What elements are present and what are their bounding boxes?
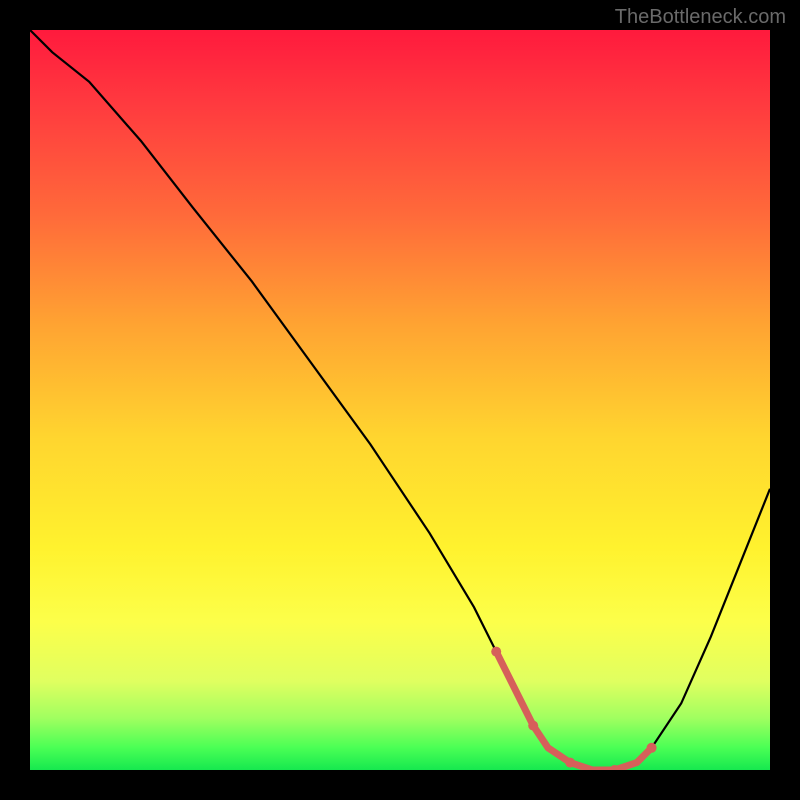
highlight-dot [647,743,657,753]
watermark-text: TheBottleneck.com [615,6,786,29]
highlight-dot [491,647,501,657]
highlight-dot [565,758,575,768]
plot-area [30,30,770,770]
highlight-dot [528,721,538,731]
highlight-dots [491,647,656,770]
chart-svg [30,30,770,770]
highlight-segment-path [496,652,651,770]
main-curve-path [30,30,770,770]
